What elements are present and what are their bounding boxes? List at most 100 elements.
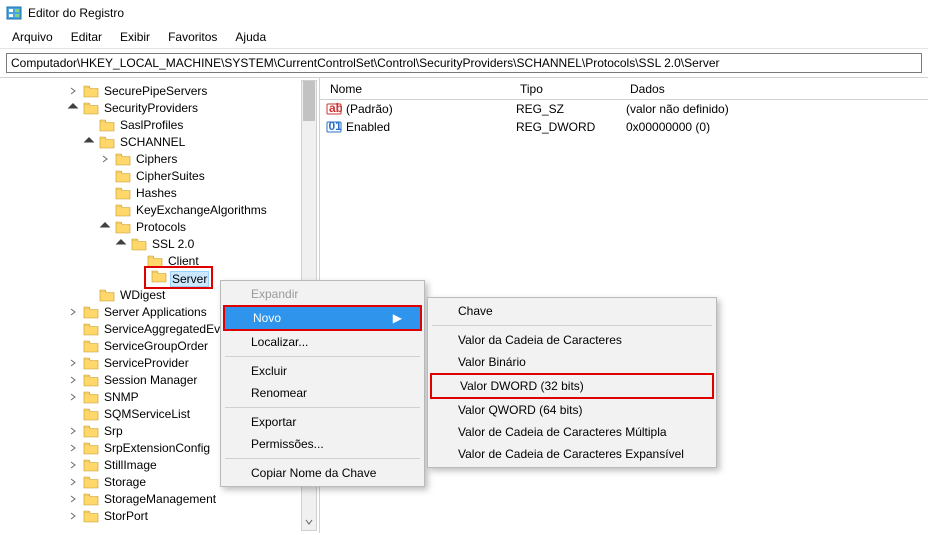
value-list[interactable]: (Padrão)REG_SZ(valor não definido)Enable… [320, 100, 928, 136]
ctx-valor-qword[interactable]: Valor QWORD (64 bits) [430, 399, 714, 421]
chevron-collapsed-icon[interactable] [66, 373, 80, 387]
tree-node[interactable]: SSL 2.0 [2, 235, 319, 252]
tree-node[interactable]: Hashes [2, 184, 319, 201]
folder-icon [83, 101, 99, 115]
chevron-right-icon: ▶ [393, 311, 402, 325]
col-name[interactable]: Nome [326, 82, 516, 96]
address-input[interactable] [6, 53, 922, 73]
folder-icon [83, 305, 99, 319]
window-title: Editor do Registro [28, 6, 124, 20]
tree-node[interactable]: StorPort [2, 507, 319, 524]
chevron-collapsed-icon[interactable] [66, 84, 80, 98]
ctx-valor-dword[interactable]: Valor DWORD (32 bits) [432, 375, 712, 397]
chevron-collapsed-icon[interactable] [66, 441, 80, 455]
folder-icon [83, 339, 99, 353]
ctx-exportar[interactable]: Exportar [223, 411, 422, 433]
scroll-down-icon[interactable] [302, 514, 316, 530]
ctx-excluir[interactable]: Excluir [223, 360, 422, 382]
menu-editar[interactable]: Editar [63, 28, 110, 46]
folder-icon [115, 186, 131, 200]
ctx-valor-expansivel[interactable]: Valor de Cadeia de Caracteres Expansível [430, 443, 714, 465]
ctx-separator [225, 356, 420, 357]
chevron-expanded-icon[interactable] [66, 101, 80, 115]
chevron-collapsed-icon[interactable] [66, 475, 80, 489]
tree-node[interactable]: SCHANNEL [2, 133, 319, 150]
tree-node-label: SaslProfiles [118, 118, 185, 132]
chevron-expanded-icon[interactable] [82, 135, 96, 149]
folder-icon [83, 492, 99, 506]
tree-node-label: WDigest [118, 288, 167, 302]
chevron-collapsed-icon[interactable] [66, 305, 80, 319]
chevron-collapsed-icon[interactable] [66, 424, 80, 438]
tree-node[interactable]: SecurityProviders [2, 99, 319, 116]
tree-node[interactable]: Protocols [2, 218, 319, 235]
tree-node[interactable]: KeyExchangeAlgorithms [2, 201, 319, 218]
twisty-spacer [98, 203, 112, 217]
chevron-expanded-icon[interactable] [114, 237, 128, 251]
tree-node-label: SecurePipeServers [102, 84, 209, 98]
folder-icon [83, 441, 99, 455]
tree-node-label: SNMP [102, 390, 141, 404]
menu-arquivo[interactable]: Arquivo [4, 28, 61, 46]
tree-node-label: Hashes [134, 186, 179, 200]
value-name: (Padrão) [346, 102, 516, 116]
menubar: Arquivo Editar Exibir Favoritos Ajuda [0, 26, 928, 49]
ctx-valor-binario[interactable]: Valor Binário [430, 351, 714, 373]
tree-node-label: Srp [102, 424, 125, 438]
col-type[interactable]: Tipo [516, 82, 626, 96]
menu-exibir[interactable]: Exibir [112, 28, 158, 46]
chevron-collapsed-icon[interactable] [98, 152, 112, 166]
tree-node-label: StorageManagement [102, 492, 218, 506]
chevron-collapsed-icon[interactable] [66, 390, 80, 404]
folder-icon [151, 272, 167, 286]
ctx-valor-multipla[interactable]: Valor de Cadeia de Caracteres Múltipla [430, 421, 714, 443]
ctx-copiar-nome[interactable]: Copiar Nome da Chave [223, 462, 422, 484]
addressbar [0, 49, 928, 78]
regedit-icon [6, 5, 22, 21]
tree-node[interactable]: SaslProfiles [2, 116, 319, 133]
ctx-separator [432, 325, 712, 326]
context-submenu-novo[interactable]: Chave Valor da Cadeia de Caracteres Valo… [427, 297, 717, 468]
tree-node[interactable]: SecurePipeServers [2, 82, 319, 99]
ctx-chave[interactable]: Chave [430, 300, 714, 322]
value-data: (valor não definido) [626, 102, 928, 116]
folder-icon [83, 424, 99, 438]
tree-node-label: Ciphers [134, 152, 179, 166]
ctx-expandir: Expandir [223, 283, 422, 305]
menu-ajuda[interactable]: Ajuda [227, 28, 274, 46]
tree-node-label: SCHANNEL [118, 135, 187, 149]
ctx-localizar[interactable]: Localizar... [223, 331, 422, 353]
value-name: Enabled [346, 120, 516, 134]
twisty-spacer [130, 271, 144, 285]
value-row[interactable]: (Padrão)REG_SZ(valor não definido) [320, 100, 928, 118]
col-data[interactable]: Dados [626, 82, 928, 96]
ctx-separator [225, 458, 420, 459]
chevron-collapsed-icon[interactable] [66, 492, 80, 506]
value-row[interactable]: EnabledREG_DWORD0x00000000 (0) [320, 118, 928, 136]
ctx-valor-cadeia[interactable]: Valor da Cadeia de Caracteres [430, 329, 714, 351]
context-menu[interactable]: Expandir Novo ▶ Localizar... Excluir Ren… [220, 280, 425, 487]
folder-icon [115, 220, 131, 234]
ctx-novo[interactable]: Novo ▶ [225, 307, 420, 329]
scroll-thumb[interactable] [303, 81, 315, 121]
ctx-permissoes[interactable]: Permissões... [223, 433, 422, 455]
chevron-collapsed-icon[interactable] [66, 458, 80, 472]
tree-node[interactable]: Ciphers [2, 150, 319, 167]
chevron-collapsed-icon[interactable] [66, 509, 80, 523]
string-value-icon [326, 101, 342, 117]
ctx-renomear[interactable]: Renomear [223, 382, 422, 404]
folder-icon [83, 390, 99, 404]
twisty-spacer [130, 254, 144, 268]
values-header[interactable]: Nome Tipo Dados [320, 78, 928, 100]
tree-node[interactable]: CipherSuites [2, 167, 319, 184]
twisty-spacer [98, 169, 112, 183]
tree-node[interactable]: StorageManagement [2, 490, 319, 507]
tree-node-label: SecurityProviders [102, 101, 200, 115]
folder-icon [99, 118, 115, 132]
menu-favoritos[interactable]: Favoritos [160, 28, 225, 46]
tree-node-label: KeyExchangeAlgorithms [134, 203, 269, 217]
folder-icon [83, 356, 99, 370]
twisty-spacer [66, 322, 80, 336]
chevron-collapsed-icon[interactable] [66, 356, 80, 370]
chevron-expanded-icon[interactable] [98, 220, 112, 234]
